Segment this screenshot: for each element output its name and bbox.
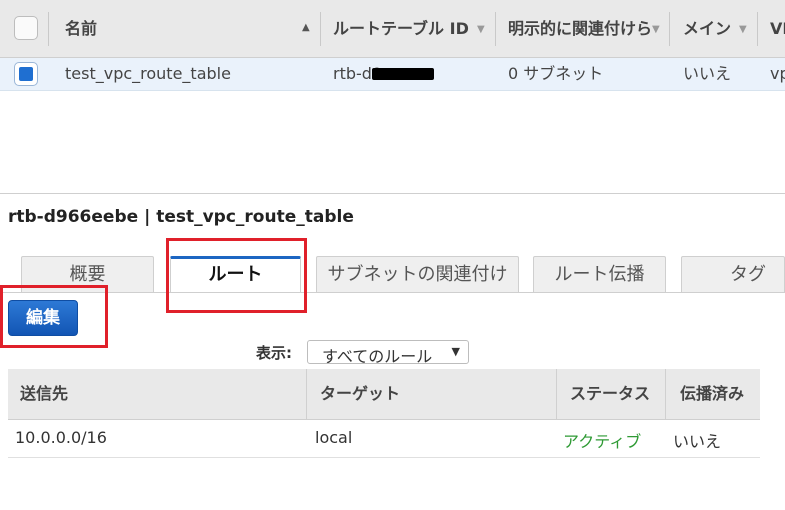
show-filter-label: 表示: (256, 344, 292, 362)
cell-name: test_vpc_route_table (65, 64, 231, 83)
cell-explicit-association: 0 サブネット (508, 64, 604, 83)
col-header-name[interactable]: 名前 (65, 0, 97, 57)
col-header-main[interactable]: メイン (683, 0, 731, 57)
tab-route-propagation[interactable]: ルート伝播 (533, 256, 666, 292)
route-filter-select[interactable]: すべてのルール ▼ (307, 340, 469, 366)
cell-vpc: vp (770, 64, 785, 83)
table-row-selected[interactable]: test_vpc_route_table rtb-d9 0 サブネット いいえ … (0, 58, 785, 91)
column-separator (669, 12, 670, 46)
col-header-explicit-association[interactable]: 明示的に関連付けら (508, 0, 650, 57)
column-separator (495, 12, 496, 46)
column-separator (320, 12, 321, 46)
select-all-checkbox[interactable] (14, 16, 38, 40)
column-dropdown-icon[interactable]: ▼ (652, 24, 660, 35)
col-header-route-table-id[interactable]: ルートテーブル ID (333, 0, 469, 57)
col-header-status[interactable]: ステータス (570, 369, 650, 419)
routes-table-header: 送信先 ターゲット ステータス 伝播済み (8, 369, 760, 420)
column-separator (306, 369, 307, 419)
col-header-vpc[interactable]: VP (770, 0, 785, 57)
route-status: アクティブ (563, 432, 642, 451)
col-header-destination[interactable]: 送信先 (20, 369, 68, 419)
tab-subnet-associations[interactable]: サブネットの関連付け (316, 256, 519, 292)
route-propagated: いいえ (673, 432, 722, 451)
highlight-box-edit-button (0, 285, 108, 348)
column-dropdown-icon[interactable]: ▼ (739, 24, 747, 35)
cell-main: いいえ (683, 64, 732, 83)
column-dropdown-icon[interactable]: ▼ (477, 24, 485, 35)
route-destination: 10.0.0.0/16 (15, 428, 107, 447)
route-tables-header-row: 名前 ▲ ルートテーブル ID ▼ 明示的に関連付けら ▼ メイン ▼ VP (0, 0, 785, 58)
route-target: local (315, 428, 353, 447)
col-header-propagated[interactable]: 伝播済み (680, 369, 744, 419)
tab-tags[interactable]: タグ (681, 256, 785, 292)
detail-title: rtb-d966eebe | test_vpc_route_table (8, 207, 354, 227)
tabs-baseline (0, 292, 785, 293)
routes-table-bottom-border (8, 457, 760, 458)
row-checkbox[interactable] (14, 62, 38, 86)
route-filter-value: すべてのルール (322, 347, 433, 366)
col-header-target[interactable]: ターゲット (320, 369, 400, 419)
highlight-box-routes-tab (166, 238, 307, 313)
pane-divider[interactable] (0, 193, 785, 194)
column-separator (48, 12, 49, 46)
sort-ascending-icon[interactable]: ▲ (302, 22, 310, 33)
column-separator (665, 369, 666, 419)
redaction-bar (372, 68, 434, 80)
column-separator (757, 12, 758, 46)
column-separator (556, 369, 557, 419)
chevron-down-icon: ▼ (451, 345, 460, 358)
